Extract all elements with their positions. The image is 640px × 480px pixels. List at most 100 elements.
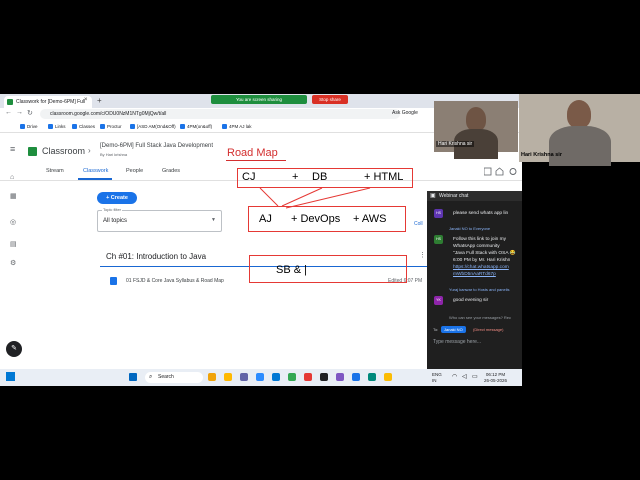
topic-filter-select[interactable]: Topic filter All topics ▼ xyxy=(97,207,222,232)
video-tile-small[interactable]: Hari Krishna sir xyxy=(434,101,518,159)
chat-message: "Java Full Stack with OSA 😂 xyxy=(453,251,516,256)
bookmark-label: [ASD AM(Ond&Off) xyxy=(137,124,176,129)
participant-head xyxy=(567,100,591,128)
create-button[interactable]: + Create xyxy=(97,192,137,204)
close-tab-icon[interactable]: × xyxy=(84,97,88,103)
bookmark-item[interactable]: Links xyxy=(48,122,66,131)
bookmark-label: Drive xyxy=(27,124,38,129)
taskbar-search[interactable]: ⌕ Search xyxy=(145,372,203,383)
bookmark-label: 4PM(on&off) xyxy=(187,124,213,129)
chat-title: Webinar chat xyxy=(439,193,469,199)
chat-message: 6:00 PM by Mr. Hari Krishn xyxy=(453,258,511,263)
annotation-box-aj: AJ + DevOps + AWS xyxy=(248,206,406,232)
chat-input[interactable]: Type message here... xyxy=(433,339,481,345)
bookmark-item[interactable]: Classes xyxy=(72,122,95,131)
topic-title[interactable]: Ch #01: Introduction to Java xyxy=(106,252,206,261)
topic-filter-label: Topic filter xyxy=(102,207,123,212)
edge-icon[interactable] xyxy=(272,373,280,381)
file-explorer-icon[interactable] xyxy=(224,373,232,381)
bookmark-icon xyxy=(130,124,135,130)
url-text: classroom.google.com/c/ODU0NzM1NTg0MjQw/… xyxy=(50,111,167,117)
teams-icon[interactable] xyxy=(240,373,248,381)
address-bar[interactable]: classroom.google.com/c/ODU0NzM1NTg0MjQw/… xyxy=(40,109,400,119)
stop-share-button[interactable]: Stop share xyxy=(312,95,348,104)
topic-more-icon[interactable]: ⋮ xyxy=(419,251,426,259)
windows-taskbar: ⌕ Search ENG IN ◠ ◁ ▭ 06:12 PM 26-05-202… xyxy=(0,369,522,386)
video-tile-large[interactable]: Hari Krishna sir xyxy=(519,94,640,166)
chat-message: WhatsApp community xyxy=(453,244,500,249)
chat-sender: Yuraj kanwar to Hosts and panelis xyxy=(449,287,510,292)
bookmark-item[interactable]: [ASD AM(Ond&Off) xyxy=(130,122,176,131)
annotation-db: DB xyxy=(312,171,328,183)
back-icon[interactable]: ← xyxy=(5,109,12,116)
bookmark-icon xyxy=(72,124,77,130)
collapse-all-link[interactable]: Coll xyxy=(414,221,423,227)
start-icon[interactable] xyxy=(129,373,137,381)
annotation-html: + HTML xyxy=(364,171,404,183)
course-instructor: By Hari krishna xyxy=(100,152,128,157)
taskbar-clock[interactable]: 06:12 PM 26-05-2026 xyxy=(484,372,507,383)
app-icon[interactable] xyxy=(320,373,328,381)
language-indicator[interactable]: ENG IN xyxy=(432,372,442,383)
bookmark-item[interactable]: 4PM AJ lak xyxy=(222,122,252,131)
archive-icon[interactable]: ▤ xyxy=(10,240,17,248)
chrome-icon[interactable] xyxy=(288,373,296,381)
chat-message: Follow this link to join my xyxy=(453,237,507,242)
browser-tab-classwork[interactable]: Classwork for [Demo-6PM] Full xyxy=(4,96,92,108)
wifi-icon[interactable]: ◠ xyxy=(452,373,457,380)
app-icon[interactable] xyxy=(304,373,312,381)
app-icon[interactable] xyxy=(384,373,392,381)
annotation-cj: CJ xyxy=(242,171,256,183)
participant-head xyxy=(466,107,486,131)
calendar-icon[interactable]: ▦ xyxy=(10,192,17,200)
reload-icon[interactable]: ↻ xyxy=(27,109,33,117)
chat-link[interactable]: mWbD5nAaRTd67p xyxy=(453,271,496,278)
bookmark-icon xyxy=(48,124,53,130)
search-icon: ⌕ xyxy=(149,374,153,380)
pen-annotation-button[interactable]: ✎ xyxy=(6,341,22,357)
app-title[interactable]: Classroom xyxy=(42,146,85,156)
bookmark-item[interactable]: Proctur xyxy=(100,122,122,131)
course-title[interactable]: [Demo-6PM] Full Stack Java Development xyxy=(100,143,213,149)
annotation-devops: + DevOps xyxy=(291,213,341,225)
new-tab-button[interactable]: + xyxy=(97,96,102,105)
tab-people[interactable]: People xyxy=(126,168,143,174)
settings-icon[interactable]: ⚙ xyxy=(10,259,16,267)
battery-icon[interactable]: ▭ xyxy=(472,373,478,380)
dropdown-caret-icon: ▼ xyxy=(211,217,216,223)
app-icon[interactable] xyxy=(208,373,216,381)
home-icon[interactable]: ⌂ xyxy=(10,174,14,181)
topic-filter-value: All topics xyxy=(103,218,128,224)
who-can-see-link[interactable]: Who can see your messages? Rec xyxy=(449,315,511,320)
bookmark-item[interactable]: 4PM(on&off) xyxy=(180,122,212,131)
screen-sharing-indicator: You are screen sharing xyxy=(211,95,307,104)
enrolled-icon[interactable]: ◎ xyxy=(10,218,16,226)
chat-message: please send whats app lin xyxy=(453,211,509,216)
app-icon[interactable] xyxy=(368,373,376,381)
participant-name: Hari Krishna sir xyxy=(436,141,475,147)
chat-link[interactable]: https://chat.whatsapp.com xyxy=(453,264,509,271)
bookmark-item[interactable]: Drive xyxy=(20,122,38,131)
material-title[interactable]: 01 FSJD & Core Java Syllabus & Road Map xyxy=(126,278,224,284)
bookmark-label: Links xyxy=(55,124,66,129)
bookmark-icon xyxy=(100,124,105,130)
volume-icon[interactable]: ◁ xyxy=(462,373,467,380)
tab-stream[interactable]: Stream xyxy=(46,168,64,174)
tab-grades[interactable]: Grades xyxy=(162,168,180,174)
main-menu-icon[interactable]: ≡ xyxy=(10,144,15,154)
widgets-icon[interactable] xyxy=(6,372,15,381)
bookmark-icon xyxy=(222,124,227,130)
webinar-chat-panel: ▣ Webinar chat HS please send whats app … xyxy=(427,191,522,369)
ask-google-button[interactable]: Ask Google xyxy=(392,110,418,116)
clock-time: 06:12 PM xyxy=(485,372,506,377)
direct-message-label: (Direct message) xyxy=(473,327,504,332)
tab-classwork[interactable]: Classwork xyxy=(83,168,108,174)
app-icon[interactable] xyxy=(352,373,360,381)
zoom-icon[interactable] xyxy=(256,373,264,381)
app-icon[interactable] xyxy=(336,373,344,381)
participant-body xyxy=(549,126,611,166)
chat-header: ▣ Webinar chat xyxy=(427,191,522,201)
bookmark-icon xyxy=(20,124,25,130)
forward-icon[interactable]: → xyxy=(16,109,23,116)
recipient-chip[interactable]: Janaki NO xyxy=(441,326,466,333)
